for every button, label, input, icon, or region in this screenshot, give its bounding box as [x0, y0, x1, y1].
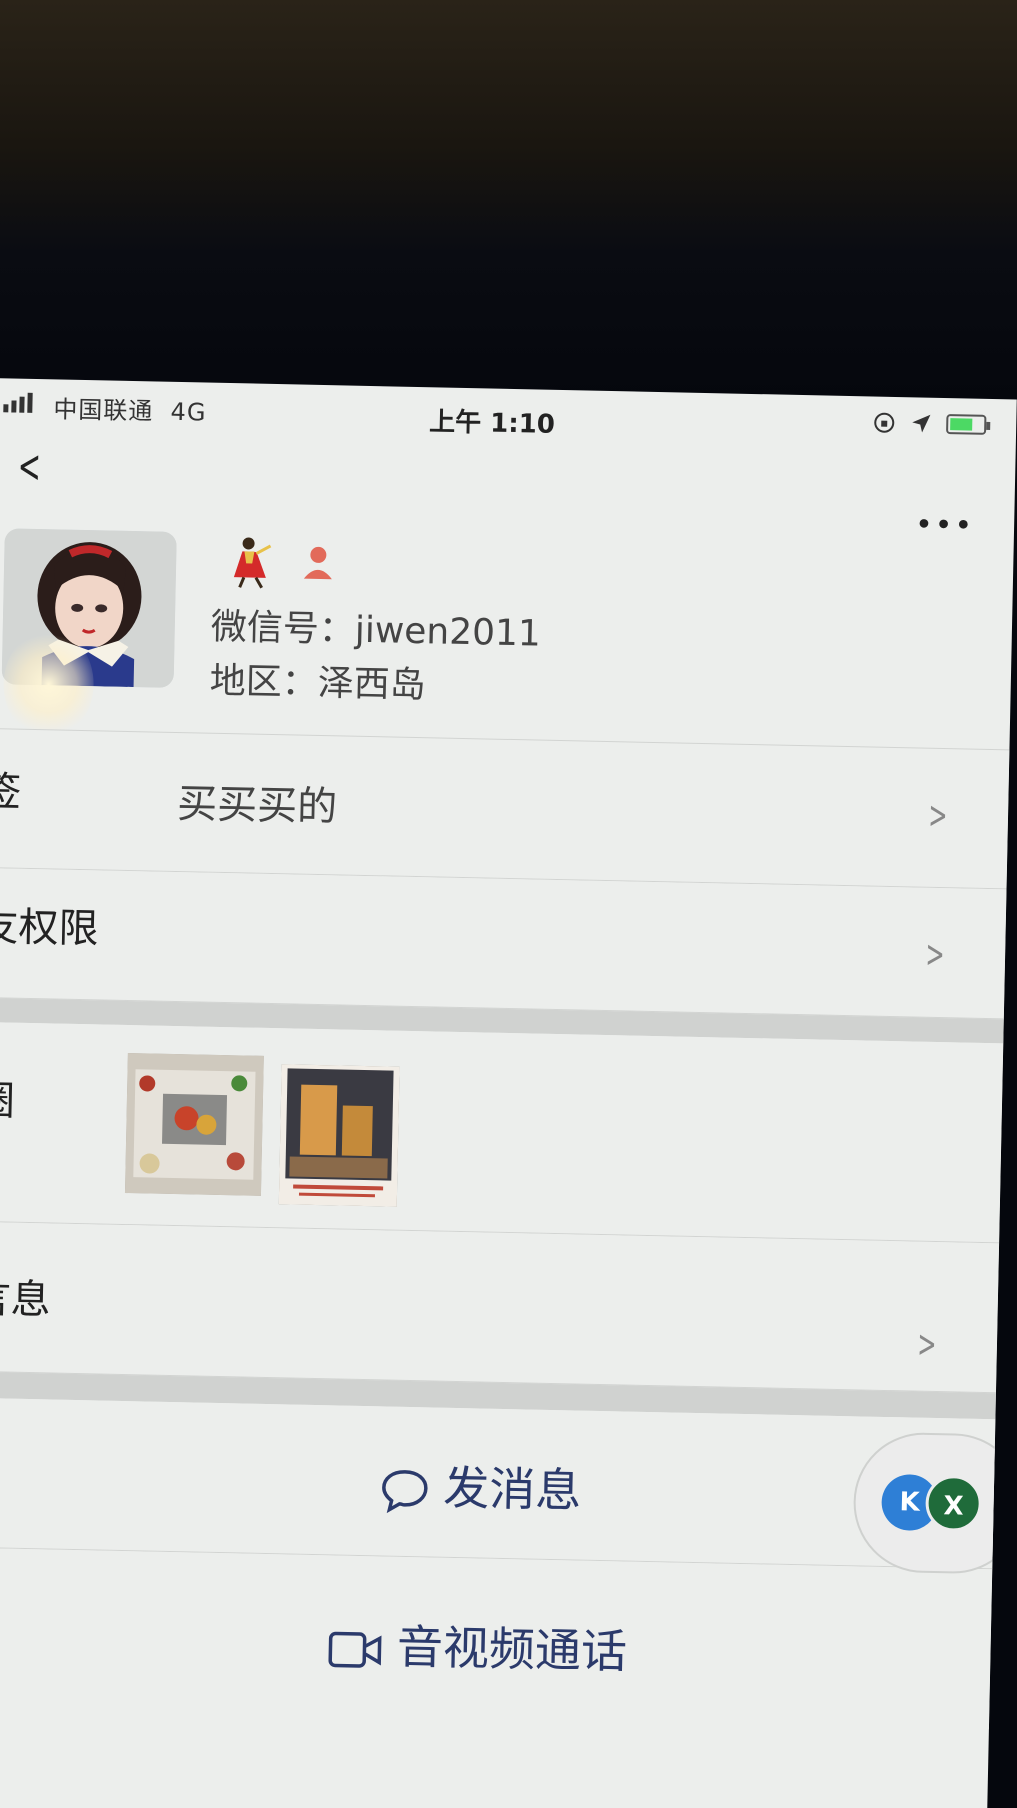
permissions-row[interactable]: 友权限 >: [0, 867, 1007, 1020]
more-button[interactable]: •••: [915, 507, 975, 543]
hotpot-photo: [124, 1053, 264, 1196]
drink-photo: [278, 1064, 400, 1207]
video-camera-icon: [327, 1631, 382, 1668]
chevron-right-icon: >: [917, 1321, 938, 1367]
moments-thumbnail: [278, 1064, 400, 1207]
chat-bubble-icon: [381, 1469, 428, 1513]
chevron-right-icon: >: [925, 931, 946, 977]
status-icons: [872, 410, 987, 436]
x-app-icon[interactable]: X: [925, 1474, 983, 1533]
moments-row[interactable]: 圈: [0, 1021, 1004, 1244]
chevron-right-icon: >: [928, 792, 949, 838]
send-message-label: 发消息: [442, 1460, 582, 1518]
region: 地区：泽西岛: [209, 660, 427, 707]
floating-app-switcher[interactable]: K X: [852, 1431, 1017, 1575]
name-row: [222, 533, 339, 591]
battery-icon: [946, 414, 987, 435]
photo-frame: 中国联通 4G 上午 1:10 < ••• 微信号：jiwen2011 地区：泽…: [0, 0, 1017, 1808]
wechat-id: 微信号：jiwen2011: [210, 606, 542, 655]
status-time: 上午 1:10: [428, 407, 556, 440]
video-call-label: 音视频通话: [396, 1619, 628, 1679]
dancer-emoji-icon: [233, 537, 272, 589]
tags-row[interactable]: 签 买买买的 >: [0, 727, 1010, 890]
signal-icon: [3, 390, 33, 413]
carrier-label: 中国联通 4G: [53, 395, 207, 427]
permissions-label: 友权限: [0, 903, 99, 953]
rotation-lock-icon: [874, 412, 895, 433]
more-info-row[interactable]: 言息 >: [0, 1221, 1000, 1394]
moments-thumbnail: [124, 1053, 264, 1196]
gender-icon: [303, 546, 332, 580]
send-message-button[interactable]: 发消息: [0, 1442, 994, 1529]
send-message-row[interactable]: 发消息: [0, 1397, 996, 1570]
phone-screen: 中国联通 4G 上午 1:10 < ••• 微信号：jiwen2011 地区：泽…: [0, 378, 1017, 1808]
location-icon: [912, 414, 931, 433]
back-button[interactable]: <: [17, 439, 41, 493]
moments-label: 圈: [0, 1077, 16, 1125]
profile-info: 微信号：jiwen2011 地区：泽西岛: [209, 601, 541, 716]
tags-value: 买买买的: [176, 781, 338, 831]
video-call-button[interactable]: 音视频通话: [0, 1602, 991, 1689]
profile-header: 微信号：jiwen2011 地区：泽西岛: [0, 528, 1014, 749]
video-call-row[interactable]: 音视频通话: [0, 1547, 993, 1730]
more-info-label: 言息: [0, 1275, 52, 1324]
tags-label: 签: [0, 768, 22, 816]
